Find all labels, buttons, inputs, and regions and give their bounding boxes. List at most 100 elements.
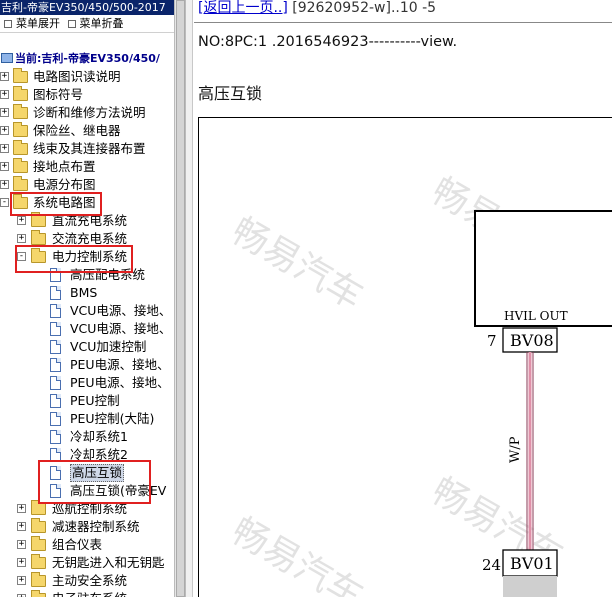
page-title: 高压互锁	[198, 84, 263, 103]
document-icon	[50, 340, 61, 354]
folder-icon	[13, 176, 28, 191]
divider	[194, 22, 612, 23]
document-icon	[50, 376, 61, 390]
expand-toggle-icon[interactable]: +	[17, 540, 26, 549]
tree-item[interactable]: + 无钥匙进入和无钥匙	[0, 554, 174, 572]
tree-item[interactable]: - 系统电路图	[0, 194, 174, 212]
tree-item[interactable]: + 诊断和维修方法说明	[0, 104, 174, 122]
connector-bottom-label: BV01	[510, 554, 554, 573]
tree-item[interactable]: 冷却系统2	[0, 446, 174, 464]
tree-item[interactable]: + 电路图识读说明	[0, 68, 174, 86]
tree-item[interactable]: PEU控制	[0, 392, 174, 410]
tree-item-label: 高压配电系统	[70, 267, 146, 282]
expand-toggle-icon[interactable]: +	[17, 522, 26, 531]
back-link[interactable]: [返回上一页..]	[198, 0, 288, 16]
tree-item-label: 保险丝、继电器	[33, 123, 121, 138]
folder-icon	[13, 140, 28, 155]
folder-icon	[13, 194, 28, 209]
tree-item[interactable]: + 接地点布置	[0, 158, 174, 176]
document-icon	[50, 268, 61, 282]
tree-item[interactable]: + 直流充电系统	[0, 212, 174, 230]
tree-item[interactable]: VCU电源、接地、	[0, 302, 174, 320]
tree-item[interactable]: + 主动安全系统	[0, 572, 174, 590]
tree-item-label: 电源分布图	[33, 177, 96, 192]
document-icon	[50, 412, 61, 426]
document-icon	[50, 304, 61, 318]
tree-item[interactable]: VCU电源、接地、	[0, 320, 174, 338]
tree-item[interactable]: 高压互锁	[0, 464, 174, 482]
computer-icon	[1, 53, 13, 63]
tree-item[interactable]: PEU电源、接地、	[0, 356, 174, 374]
connector-top-label: BV08	[510, 331, 554, 350]
expand-toggle-icon[interactable]: +	[17, 576, 26, 585]
document-icon	[50, 394, 61, 408]
tree-item[interactable]: + 保险丝、继电器	[0, 122, 174, 140]
collapse-toggle-icon[interactable]: -	[0, 198, 9, 207]
tree-item[interactable]: 高压配电系统	[0, 266, 174, 284]
info-line: NO:8PC:1 .2016546923----------view.	[198, 34, 458, 50]
window-title: 吉利-帝豪EV350/450/500-2017	[0, 0, 174, 15]
expand-toggle-icon[interactable]: +	[0, 72, 9, 81]
expand-toggle-icon[interactable]: +	[0, 90, 9, 99]
tree-item-label: 组合仪表	[52, 537, 103, 552]
current-location[interactable]: 当前:吉利-帝豪EV350/450/	[0, 50, 174, 68]
folder-icon	[13, 68, 28, 83]
expand-toggle-icon[interactable]: +	[0, 162, 9, 171]
tree-item[interactable]: VCU加速控制	[0, 338, 174, 356]
pane-splitter[interactable]	[186, 0, 193, 597]
tree-item-label: 电子驻车系统	[52, 590, 127, 597]
folder-icon	[13, 86, 28, 101]
tree-item[interactable]: + 线束及其连接器布置	[0, 140, 174, 158]
tree-item[interactable]: BMS	[0, 284, 174, 302]
tree-item-label: PEU控制	[70, 393, 120, 408]
tree-item[interactable]: +电子驻车系统	[0, 590, 174, 597]
tree-item[interactable]: + 组合仪表	[0, 536, 174, 554]
tree-scrollbar[interactable]	[174, 0, 186, 597]
tree-item[interactable]: + 减速器控制系统	[0, 518, 174, 536]
folder-icon	[31, 248, 46, 263]
tree-item[interactable]: + 电源分布图	[0, 176, 174, 194]
tree-item[interactable]: + 图标符号	[0, 86, 174, 104]
document-icon	[50, 322, 61, 336]
tree-item[interactable]: 高压互锁(帝豪EV	[0, 482, 174, 500]
expand-toggle-icon[interactable]: +	[17, 216, 26, 225]
expand-toggle-icon[interactable]: +	[17, 558, 26, 567]
circuit-diagram: 畅易汽车 畅易汽车 畅易汽车 畅易汽车 HVIL OUT 7 BV08 W/P …	[198, 117, 612, 597]
folder-icon	[31, 500, 46, 515]
document-icon	[50, 430, 61, 444]
tree-item-label: 线束及其连接器布置	[33, 141, 146, 156]
tree-item[interactable]: 冷却系统1	[0, 428, 174, 446]
tree-item-label: 诊断和维修方法说明	[33, 105, 146, 120]
folder-icon	[13, 158, 28, 173]
tree-item-label: 冷却系统1	[70, 429, 128, 444]
content-pane: [返回上一页..] [92620952-w]..10 -5 NO:8PC:1 .…	[194, 0, 612, 597]
scroll-thumb[interactable]	[176, 0, 185, 597]
pin-number-top: 7	[487, 332, 497, 350]
tree-item[interactable]: + 巡航控制系统	[0, 500, 174, 518]
tree-item[interactable]: PEU电源、接地、	[0, 374, 174, 392]
navigation-pane: 吉利-帝豪EV350/450/500-2017 菜单展开 菜单折叠 当前:吉利-…	[0, 0, 174, 597]
circuit-svg: 畅易汽车 畅易汽车 畅易汽车 畅易汽车 HVIL OUT 7 BV08 W/P …	[225, 170, 612, 597]
expand-toggle-icon[interactable]: +	[17, 234, 26, 243]
expand-toggle-icon[interactable]: +	[0, 144, 9, 153]
tree-item[interactable]: + 交流充电系统	[0, 230, 174, 248]
expand-toggle-icon[interactable]: +	[0, 108, 9, 117]
expand-menu-button[interactable]: 菜单展开	[4, 15, 60, 33]
expand-toggle-icon[interactable]: +	[0, 180, 9, 189]
folder-icon	[13, 104, 28, 119]
box-label: HVIL OUT	[504, 309, 568, 323]
tree-item-label: 接地点布置	[33, 159, 96, 174]
tree-item[interactable]: PEU控制(大陆)	[0, 410, 174, 428]
tree-toolbar: 菜单展开 菜单折叠	[0, 15, 174, 33]
collapse-menu-button[interactable]: 菜单折叠	[67, 15, 124, 33]
collapse-toggle-icon[interactable]: -	[17, 252, 26, 261]
doc-nav: [返回上一页..] [92620952-w]..10 -5	[198, 0, 436, 17]
tree-item-label: VCU电源、接地、	[70, 303, 172, 318]
folder-icon	[31, 554, 46, 569]
tree-item[interactable]: - 电力控制系统	[0, 248, 174, 266]
tree-item-label: PEU电源、接地、	[70, 375, 170, 390]
expand-toggle-icon[interactable]: +	[0, 126, 9, 135]
expand-toggle-icon[interactable]: +	[17, 504, 26, 513]
tree-item-label: 电路图识读说明	[33, 69, 121, 84]
doc-reference: [92620952-w]..10 -5	[292, 0, 437, 16]
